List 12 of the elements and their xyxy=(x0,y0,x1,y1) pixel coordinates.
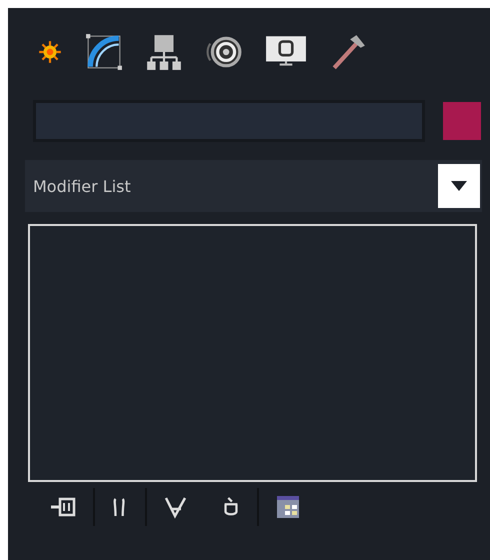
bars-icon xyxy=(114,498,125,518)
bin-icon xyxy=(224,496,238,516)
configure-icon xyxy=(277,496,299,518)
modifier-stack[interactable] xyxy=(28,224,477,482)
funnel-icon xyxy=(164,496,186,519)
color-swatch[interactable] xyxy=(443,102,481,140)
arc-tab[interactable] xyxy=(83,31,125,73)
modifier-list-label: Modifier List xyxy=(32,176,132,196)
caret-icon xyxy=(451,181,467,191)
dropdown-button[interactable] xyxy=(438,164,480,208)
pin-icon xyxy=(51,498,76,516)
name-field[interactable] xyxy=(33,100,425,142)
